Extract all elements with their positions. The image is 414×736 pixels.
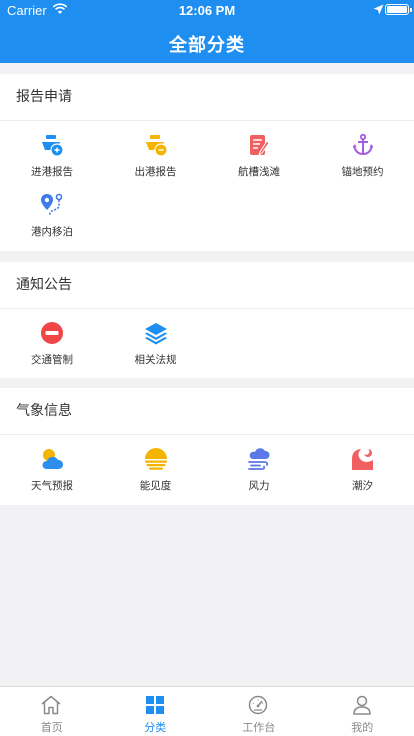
status-time: 12:06 PM <box>178 3 236 18</box>
tab-profile[interactable]: 我的 <box>311 687 414 736</box>
section-report-application: 报告申请 进港报告 出港报告 航槽浅滩 锚地预约 港内移泊 <box>0 74 414 251</box>
tab-workbench[interactable]: 工作台 <box>207 687 311 736</box>
section-weather-info: 气象信息 天气预报 能见度 风力 潮汐 <box>0 388 414 505</box>
grid-item-berth-shift[interactable]: 港内移泊 <box>0 181 104 241</box>
tab-label: 我的 <box>351 721 374 734</box>
grid-item-label: 交通管制 <box>31 354 73 366</box>
grid-item-channel-shoal[interactable]: 航槽浅滩 <box>207 121 311 181</box>
weather-icon <box>40 447 64 471</box>
ship-arrival-icon <box>40 133 64 157</box>
tab-category[interactable]: 分类 <box>104 687 208 736</box>
page-title: 全部分类 <box>169 35 245 56</box>
grid-item-tide[interactable]: 潮汐 <box>311 435 414 495</box>
top-bar: Carrier 12:06 PM 全部分类 <box>0 0 414 63</box>
no-entry-icon <box>40 321 64 345</box>
grid-item-label: 港内移泊 <box>31 226 73 238</box>
grid-item-label: 潮汐 <box>352 480 373 492</box>
wind-icon <box>247 447 271 471</box>
channel-shoal-icon <box>247 133 271 157</box>
anchor-icon <box>351 133 375 157</box>
grid-item-anchorage-booking[interactable]: 锚地预约 <box>311 121 414 181</box>
section-title: 气象信息 <box>0 388 414 435</box>
user-icon <box>351 695 373 715</box>
berth-shift-icon <box>40 193 64 217</box>
grid-item-label: 相关法规 <box>134 354 177 366</box>
grid-item-label: 出港报告 <box>134 166 177 178</box>
ship-departure-icon <box>144 133 168 157</box>
tab-label: 分类 <box>144 721 167 734</box>
tab-home[interactable]: 首页 <box>0 687 104 736</box>
grid-item-traffic-control[interactable]: 交通管制 <box>0 309 104 369</box>
grid-item-label: 能见度 <box>139 480 172 492</box>
grid-item-label: 进港报告 <box>31 166 73 178</box>
grid-item-arrival-report[interactable]: 进港报告 <box>0 121 104 181</box>
section-title: 报告申请 <box>0 74 414 121</box>
section-notices: 通知公告 交通管制 相关法规 <box>0 262 414 378</box>
location-arrow-icon <box>373 4 384 19</box>
grid-item-wind-force[interactable]: 风力 <box>207 435 311 495</box>
grid-item-departure-report[interactable]: 出港报告 <box>104 121 208 181</box>
grid-item-label: 天气预报 <box>31 480 73 492</box>
status-bar: Carrier 12:06 PM <box>0 0 414 20</box>
grid-item-label: 锚地预约 <box>341 166 384 178</box>
section-title: 通知公告 <box>0 262 414 309</box>
grid-item-regulations[interactable]: 相关法规 <box>104 309 208 369</box>
grid-item-weather-forecast[interactable]: 天气预报 <box>0 435 104 495</box>
battery-icon <box>385 4 412 15</box>
dashboard-icon <box>247 695 269 715</box>
tide-icon <box>351 447 375 471</box>
bottom-tab-bar: 首页 分类 工作台 我的 <box>0 686 414 736</box>
layers-icon <box>144 321 168 345</box>
category-icon <box>144 695 166 715</box>
tab-label: 首页 <box>40 721 63 734</box>
grid-item-label: 航槽浅滩 <box>238 166 280 178</box>
grid-item-label: 风力 <box>248 480 270 492</box>
grid-item-visibility[interactable]: 能见度 <box>104 435 208 495</box>
tab-label: 工作台 <box>242 721 276 734</box>
visibility-icon <box>144 447 168 471</box>
home-icon <box>40 695 62 715</box>
